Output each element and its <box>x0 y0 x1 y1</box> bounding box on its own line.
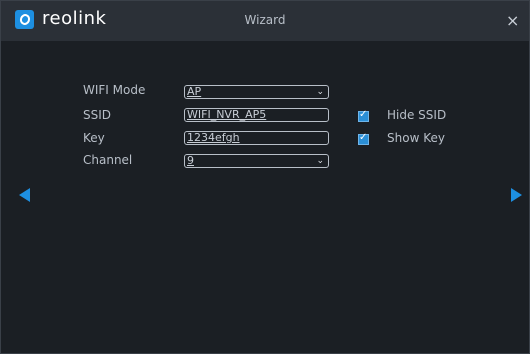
close-icon[interactable]: × <box>506 11 519 30</box>
previous-arrow-icon[interactable] <box>19 188 30 202</box>
channel-select[interactable]: 9 ⌄ <box>184 154 329 168</box>
wifi-mode-value: AP <box>187 85 202 98</box>
title-bar: reolink Wizard × <box>1 1 529 41</box>
ssid-value: WIFI_NVR_AP5 <box>187 108 267 121</box>
channel-value: 9 <box>187 154 194 167</box>
checkmark-icon: ✓ <box>359 109 368 120</box>
ssid-label: SSID <box>83 108 112 122</box>
hide-ssid-checkbox[interactable]: ✓ <box>358 109 369 122</box>
wizard-window: reolink Wizard × WIFI Mode AP ⌄ SSID WIF… <box>0 0 530 354</box>
chevron-down-icon: ⌄ <box>316 87 324 97</box>
show-key-checkbox[interactable]: ✓ <box>358 132 369 145</box>
checkmark-icon: ✓ <box>359 132 368 143</box>
wifi-mode-select[interactable]: AP ⌄ <box>184 85 329 99</box>
next-arrow-icon[interactable] <box>511 188 522 202</box>
show-key-label: Show Key <box>387 131 445 145</box>
window-title: Wizard <box>244 13 286 27</box>
chevron-down-icon: ⌄ <box>316 156 324 166</box>
key-input[interactable]: 1234efgh <box>184 131 329 145</box>
key-label: Key <box>83 131 105 145</box>
channel-label: Channel <box>83 153 133 167</box>
key-value: 1234efgh <box>187 131 240 144</box>
ssid-input[interactable]: WIFI_NVR_AP5 <box>184 108 329 122</box>
hide-ssid-label: Hide SSID <box>387 108 447 122</box>
wifi-mode-label: WIFI Mode <box>83 83 146 97</box>
